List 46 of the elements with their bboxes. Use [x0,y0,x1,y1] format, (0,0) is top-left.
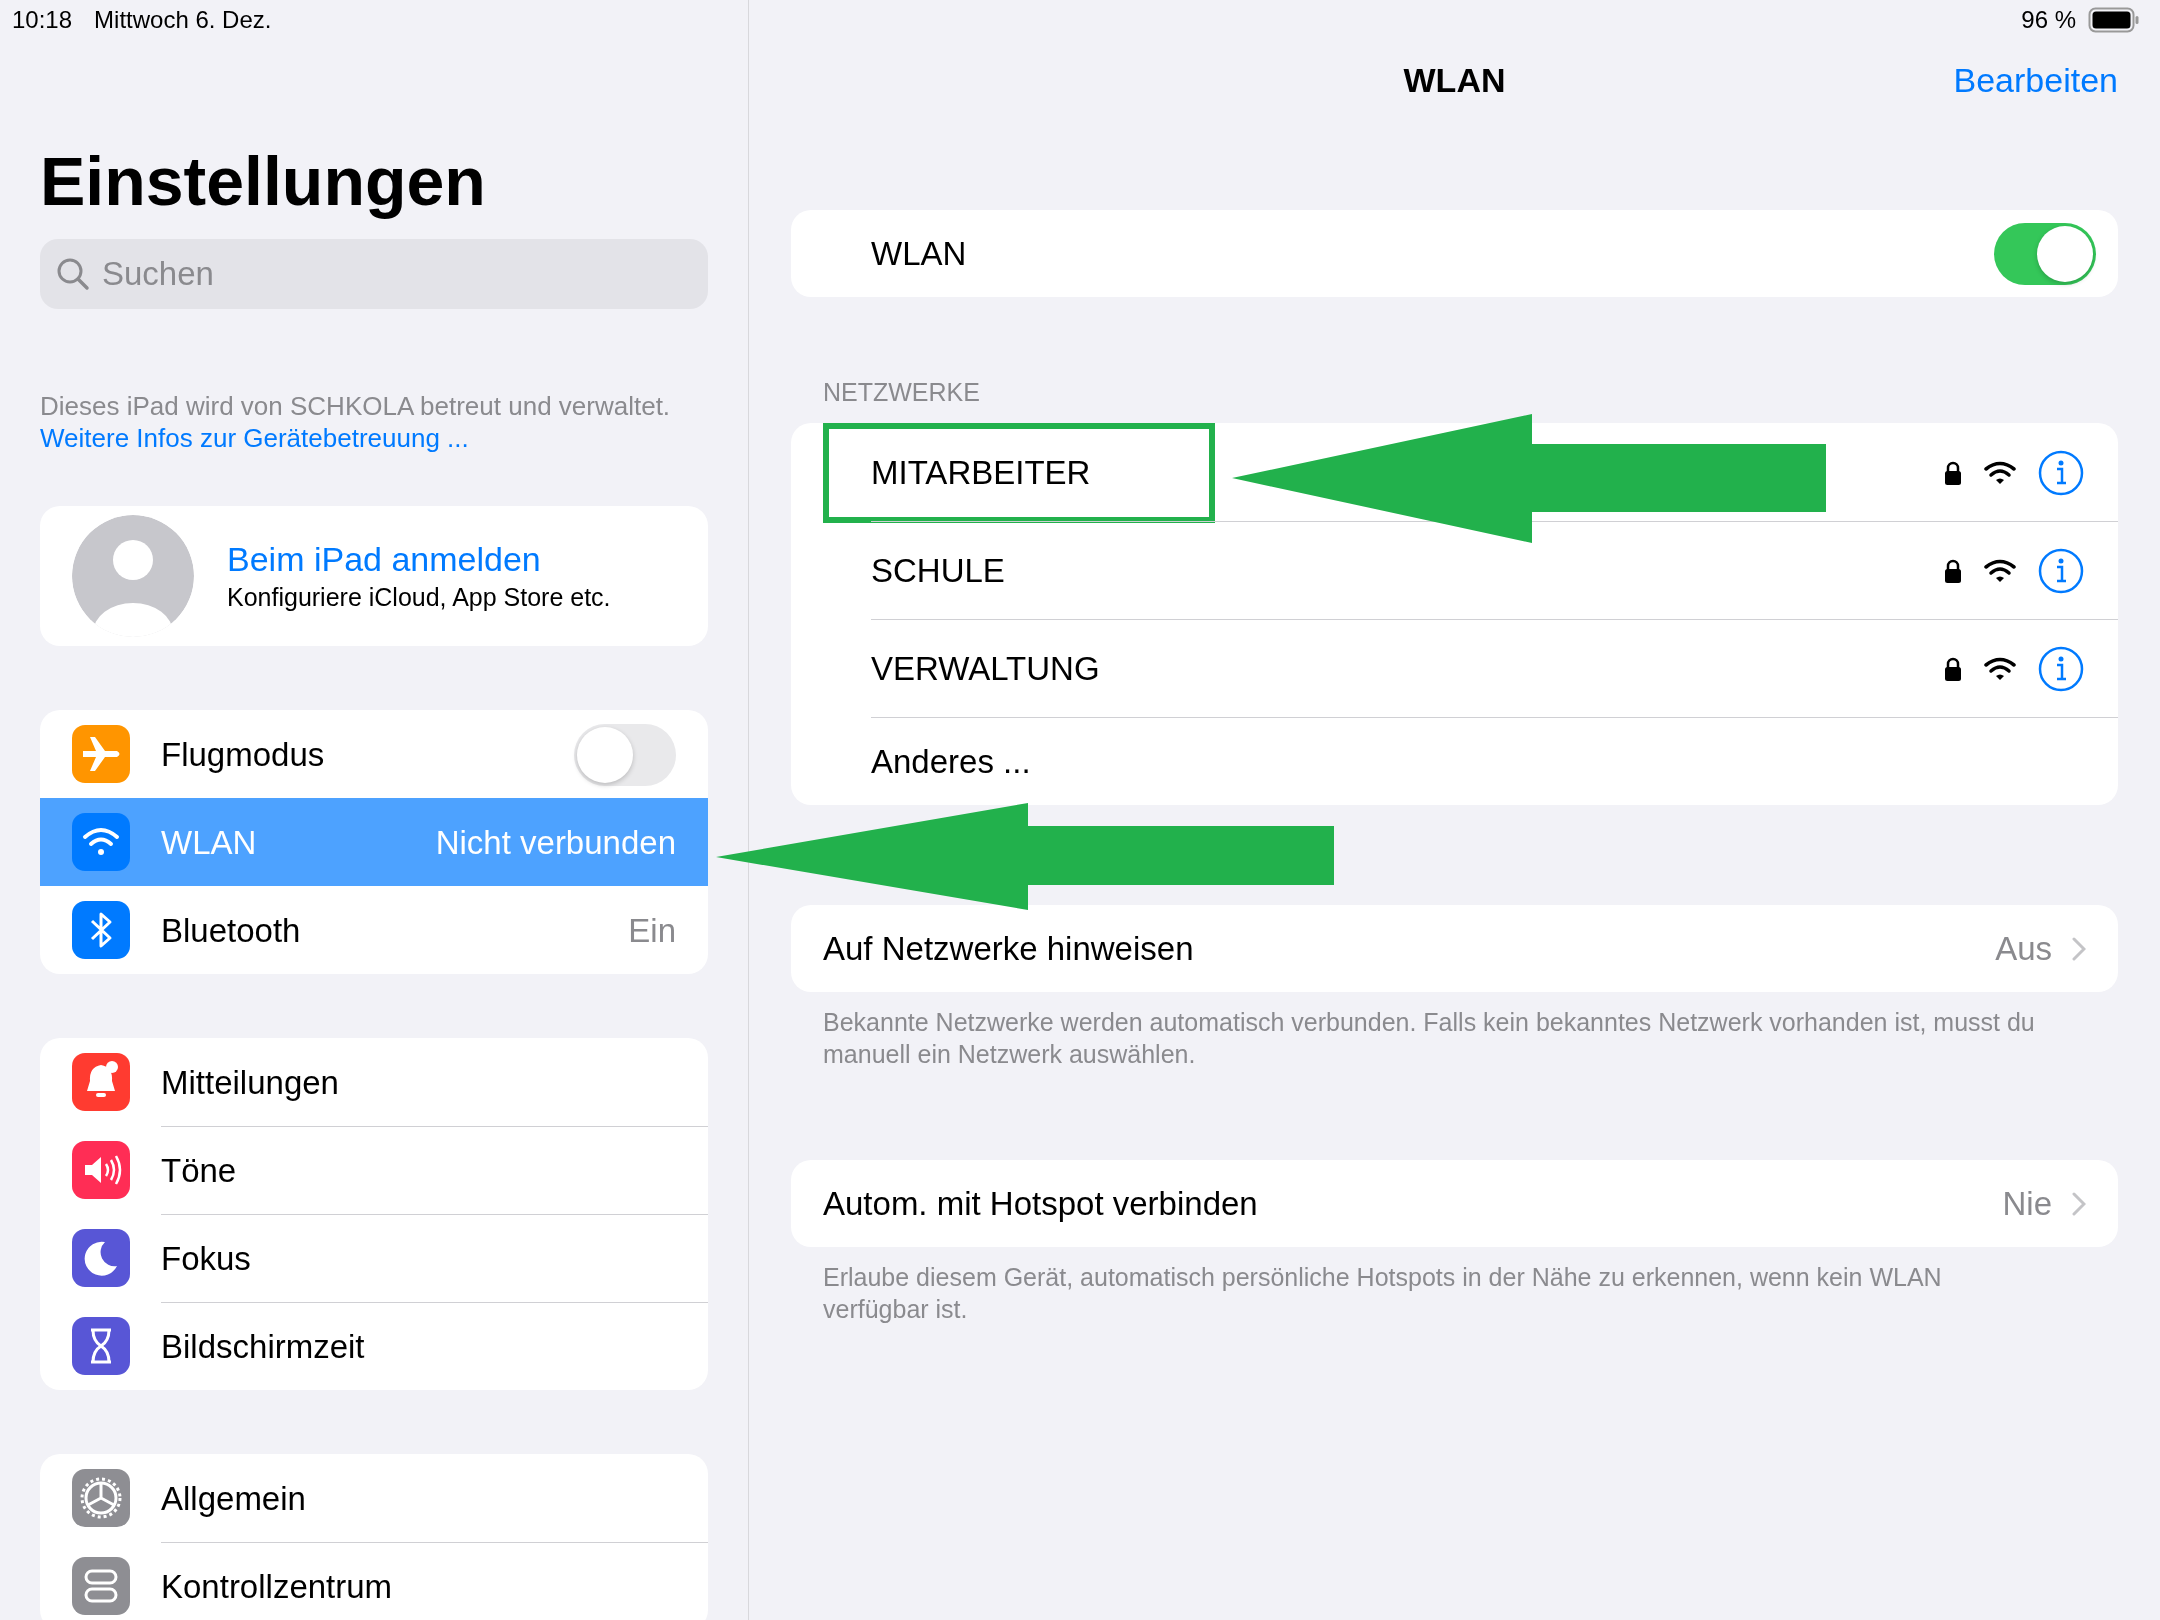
lock-icon [1944,558,1962,584]
settings-footnote: Erlaube diesem Gerät, automatisch persönliche Hotspots in der Nähe zu erkennen, wenn kein WLAN verfügbar ist. [822,1262,1943,1325]
wifi-toggle[interactable] [1994,222,2096,285]
edit-button[interactable]: Bearbeiten [1953,60,2118,100]
chevron-icon [2072,936,2086,961]
account-card[interactable]: Beim iPad anmelden Konfiguriere iCloud, App Store etc. [40,506,708,646]
settings-footnote: Bekannte Netzwerke werden automatisch verbunden. Falls kein bekanntes Netzwerk vorhanden ist, musst du manuell ein Netzwerk auswählen. [822,1007,2036,1070]
network-item[interactable]: Anderes ... [791,717,2118,805]
airplane-mode-toggle[interactable] [574,723,676,786]
sidebar-item[interactable]: Bildschirmzeit [40,1302,708,1390]
settings-row[interactable]: Auf Netzwerke hinweisen Aus [791,905,2118,992]
battery-icon [2088,7,2140,33]
management-note: Dieses iPad wird von SCHKOLA betreut und verwaltet. [40,390,672,422]
chevron-icon [2072,1191,2086,1216]
management-info-link[interactable]: Weitere Infos zur Gerätebetreuung ... [40,422,469,454]
sidebar-item[interactable]: Töne [40,1126,708,1214]
page-title: Einstellungen [40,142,487,221]
search-field[interactable]: Suchen [40,239,708,309]
nav-title: WLAN [1403,60,1506,100]
network-item[interactable]: MITARBEITER [791,423,2118,521]
avatar-icon [72,515,194,637]
sidebar-item[interactable]: Allgemein [40,1454,708,1542]
sidebar-item[interactable]: Bluetooth Ein [40,886,708,974]
status-value: Ein [628,911,676,950]
sidebar-item[interactable]: Flugmodus [40,710,708,798]
wifi-signal-icon [1984,559,2016,583]
info-icon[interactable] [2038,548,2084,594]
status-value: Nicht verbunden [435,823,676,862]
sidebar-item[interactable]: Mitteilungen [40,1038,708,1126]
wifi-signal-icon [1984,461,2016,485]
section-header: NETZWERKE [822,377,981,408]
lock-icon [1944,656,1962,682]
info-icon[interactable] [2038,450,2084,496]
account-title: Beim iPad anmelden [227,540,542,579]
status-time: 10:18 [12,6,73,34]
sidebar-item[interactable]: Kontrollzentrum [40,1542,708,1620]
lock-icon [1944,460,1962,486]
network-item[interactable]: VERWALTUNG [791,619,2118,717]
info-icon[interactable] [2038,646,2084,692]
settings-row[interactable]: Autom. mit Hotspot verbinden Nie [791,1160,2118,1247]
account-subtitle: Konfiguriere iCloud, App Store etc. [227,583,611,612]
battery-percent: 96 % [2021,6,2076,34]
wifi-signal-icon [1984,657,2016,681]
wifi-label: WLAN [871,234,967,273]
sidebar-item[interactable]: Fokus [40,1214,708,1302]
status-date: Mittwoch 6. Dez. [94,6,272,34]
